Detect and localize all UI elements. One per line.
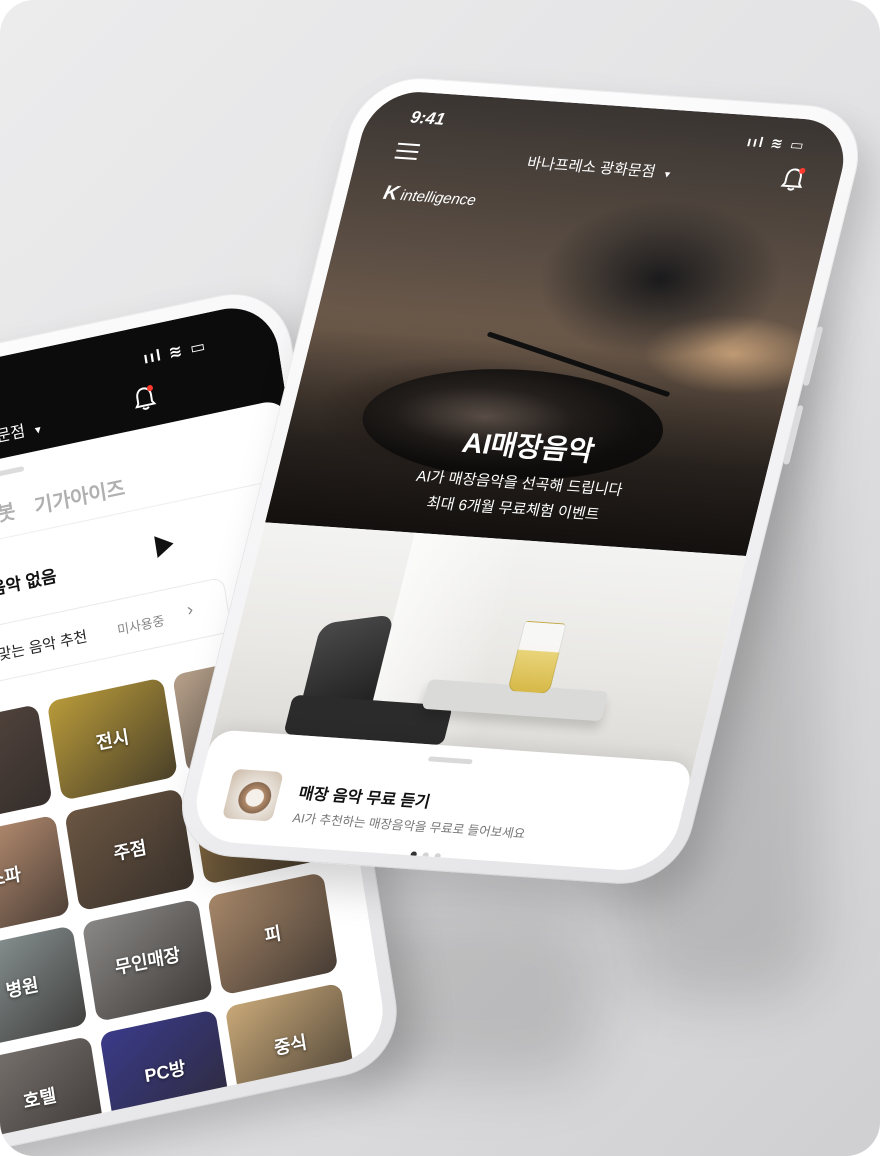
category-tile[interactable]: 병원 (0, 925, 88, 1049)
category-tile-label: 무인매장 (113, 944, 182, 979)
category-tile[interactable] (0, 704, 53, 828)
store-selector[interactable]: 바나프레소 광화문점 ▼ (525, 152, 675, 183)
back-status-icons: ııl ≋ ▭ (142, 337, 209, 368)
back-store-selector[interactable]: 광화문점 ▼ (0, 413, 44, 453)
status-time: 9:41 (408, 107, 448, 129)
coffee-thumbnail (221, 768, 284, 822)
back-store-name: 광화문점 (0, 423, 27, 453)
category-tile[interactable]: 전시 (46, 677, 179, 801)
bell-icon[interactable] (131, 383, 159, 414)
category-tile-label: 피 (263, 923, 283, 947)
tonearm-image (486, 331, 671, 398)
tab-robot[interactable]: 로봇 (0, 501, 17, 530)
sheet-description: AI가 추천하는 매장음악을 무료로 들어보세요 (291, 811, 527, 842)
sheet-grip[interactable] (427, 756, 473, 765)
play-icon[interactable] (154, 532, 176, 558)
recommendation-title: 맞는 음악 추천 (0, 628, 89, 665)
category-tile[interactable]: 스파 (0, 814, 71, 939)
category-tile[interactable]: 무인매장 (81, 898, 214, 1023)
caret-down-icon: ▼ (661, 169, 673, 180)
bell-icon[interactable] (778, 166, 808, 193)
brand-text: intelligence (398, 187, 478, 210)
now-playing-label: 음악 없음 (0, 566, 58, 600)
category-tile-label: PC방 (143, 1057, 188, 1087)
category-tile-label: 호텔 (21, 1085, 58, 1112)
status-icons: ııl ≋ ▭ (745, 133, 808, 153)
hamburger-menu-icon[interactable] (393, 142, 421, 165)
brand-logo: Kintelligence (381, 182, 479, 211)
chevron-right-icon: › (185, 598, 195, 620)
category-tile-label: 중식 (272, 1031, 309, 1059)
recommendation-card[interactable]: 맞는 음악 추천 미사용중 › (0, 576, 233, 685)
category-tile-label: 전시 (94, 726, 131, 754)
store-name: 바나프레소 광화문점 (525, 154, 658, 181)
sheet-title: 매장 음악 무료 듣기 (296, 785, 432, 812)
caret-down-icon: ▼ (32, 424, 44, 438)
category-tile-label: 스파 (0, 864, 23, 891)
category-tile[interactable]: 피 (207, 872, 339, 996)
background-stage: ııl ≋ ▭ 광화문점 ▼ 로봇 기가아이즈 음악 없음 맞는 음악 추천 미… (0, 0, 880, 1156)
tab-giga-eyes[interactable]: 기가아이즈 (33, 478, 127, 519)
glass-image (507, 620, 567, 695)
category-tile-label: 병원 (4, 974, 41, 1002)
back-tab-bar: 로봇 기가아이즈 (0, 469, 140, 531)
sheet-grip[interactable] (0, 465, 25, 480)
category-tile-label: 주점 (112, 837, 148, 865)
recommendation-status: 미사용중 (116, 612, 166, 638)
